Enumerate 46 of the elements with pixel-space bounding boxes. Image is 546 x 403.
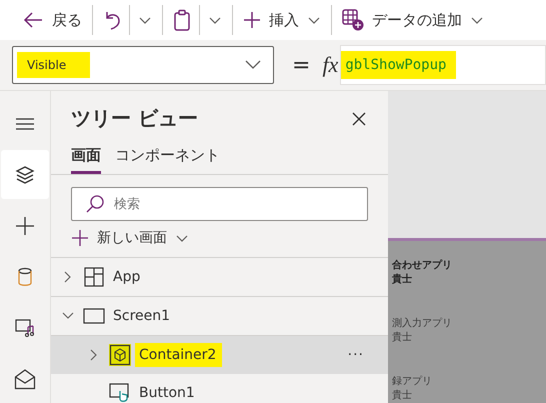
chevron-down-icon (245, 60, 261, 70)
app-title: 測入力アプリ (392, 317, 453, 331)
item-label: App (113, 268, 140, 287)
more-options-icon[interactable]: ··· (348, 347, 364, 363)
app-title: 合わせアプリ (392, 259, 453, 273)
app-grid-icon (83, 266, 105, 288)
chevron-down-icon (175, 233, 189, 243)
back-arrow-icon (22, 11, 44, 29)
envelope-icon (14, 368, 36, 390)
media-icon (14, 316, 36, 338)
panel-title: ツリー ビュー (71, 105, 198, 132)
item-label: Button1 (139, 384, 195, 403)
chevron-down-icon (208, 15, 222, 25)
item-label: Container2 (135, 343, 222, 367)
tree-item[interactable]: App (51, 258, 388, 297)
table-add-icon (342, 9, 364, 31)
app-title: 録アプリ (392, 375, 433, 389)
back-button[interactable]: 戻る (12, 5, 92, 35)
item-label: Screen1 (113, 307, 170, 326)
clipboard-icon (173, 9, 191, 31)
chevron-down-icon (470, 15, 484, 25)
insert-button[interactable]: 挿入 (233, 5, 331, 35)
button-pointer-icon (109, 382, 131, 403)
app-owner: 貴士 (392, 331, 413, 345)
app-owner: 貴士 (392, 273, 413, 287)
tree-item[interactable]: Container2 ··· (51, 336, 388, 374)
app-owner: 貴士 (392, 389, 413, 403)
plus-icon (71, 229, 89, 247)
plus-icon (243, 11, 261, 29)
plus-icon (14, 214, 36, 236)
tab[interactable]: コンポーネント (115, 142, 220, 174)
cube-icon (109, 344, 131, 366)
layers-tab[interactable] (1, 150, 49, 199)
layers-icon (14, 164, 36, 186)
new-screen-button[interactable]: 新しい画面 (71, 227, 189, 249)
chevron-down-icon (307, 15, 321, 25)
search-field[interactable]: 検索 (71, 187, 368, 221)
equals-sign: = (292, 52, 310, 78)
formula-field[interactable]: gblShowPopup (340, 45, 546, 85)
tab[interactable]: 画面 (71, 142, 101, 174)
close-button[interactable] (350, 110, 368, 128)
chevron-down-icon (138, 15, 152, 25)
add-data-button[interactable]: データの追加 (332, 5, 494, 35)
tree-item[interactable]: Button1 (51, 374, 388, 403)
property-dropdown[interactable]: Visible (12, 46, 274, 84)
fx-label: fx (321, 52, 340, 78)
